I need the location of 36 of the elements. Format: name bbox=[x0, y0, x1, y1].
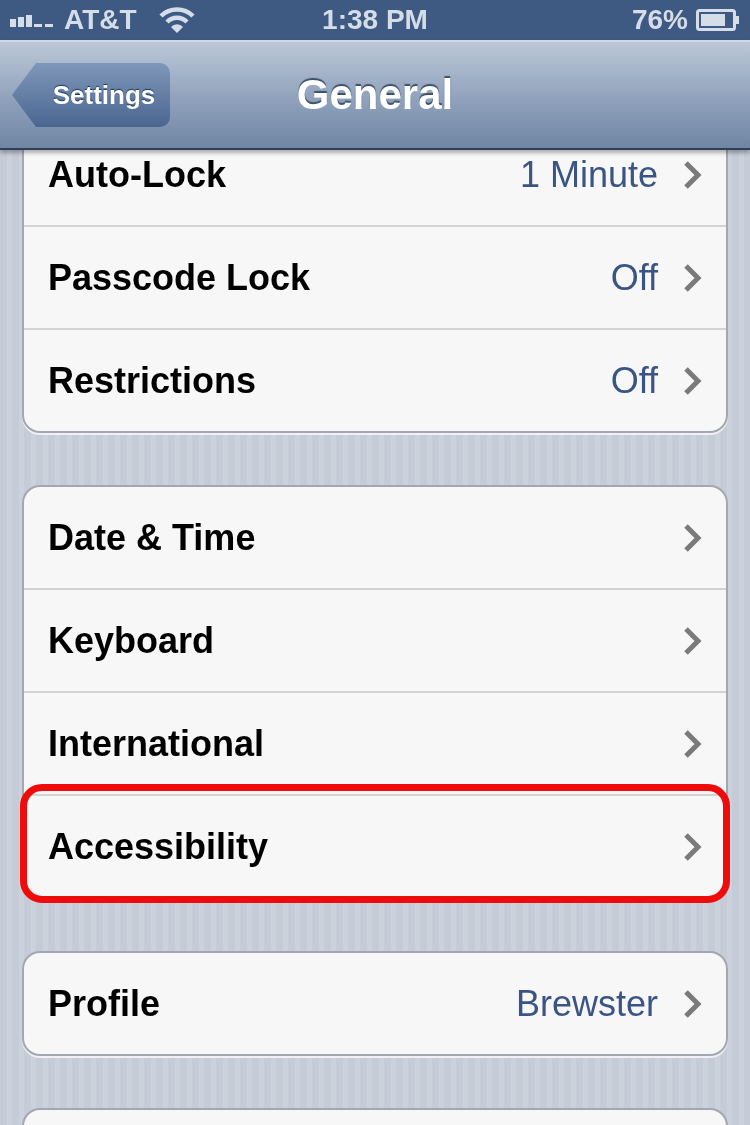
screen-title: General bbox=[296, 71, 454, 118]
chevron-icon bbox=[682, 159, 702, 190]
row-label: Restrictions bbox=[48, 359, 257, 402]
settings-row[interactable]: Accessibility bbox=[24, 794, 726, 897]
chevron-icon bbox=[682, 728, 702, 759]
wifi-icon bbox=[158, 7, 195, 33]
settings-row[interactable]: Date & Time bbox=[24, 487, 726, 588]
chevron-icon bbox=[682, 988, 702, 1019]
row-label: Auto-Lock bbox=[48, 153, 226, 196]
row-value: Brewster bbox=[515, 982, 658, 1025]
row-label: Passcode Lock bbox=[48, 256, 311, 299]
battery-icon bbox=[696, 9, 740, 31]
chevron-icon bbox=[682, 365, 702, 396]
settings-row[interactable]: International bbox=[24, 691, 726, 794]
settings-row[interactable]: Auto-Lock 1 Minute bbox=[24, 150, 726, 225]
chevron-icon bbox=[682, 262, 702, 293]
row-label: International bbox=[48, 722, 265, 765]
row-value: Off bbox=[610, 359, 658, 402]
signal-icon bbox=[10, 13, 56, 27]
settings-row[interactable]: Passcode Lock Off bbox=[24, 225, 726, 328]
battery-percentage: 76% bbox=[631, 4, 688, 36]
row-value: 1 Minute bbox=[519, 153, 658, 196]
row-label: Date & Time bbox=[48, 516, 256, 559]
settings-row[interactable]: Restrictions Off bbox=[24, 328, 726, 431]
clock-time: 1:38 PM bbox=[322, 4, 428, 35]
chevron-icon bbox=[682, 522, 702, 553]
row-label: Profile bbox=[48, 982, 161, 1025]
row-label: Accessibility bbox=[48, 825, 269, 868]
carrier-name: AT&T bbox=[64, 4, 137, 36]
back-button[interactable]: Settings bbox=[12, 63, 170, 127]
row-value: Off bbox=[610, 256, 658, 299]
chevron-icon bbox=[682, 625, 702, 656]
settings-row[interactable]: Keyboard bbox=[24, 588, 726, 691]
chevron-icon bbox=[682, 831, 702, 862]
settings-row[interactable]: Profile Brewster bbox=[24, 953, 726, 1054]
row-label: Keyboard bbox=[48, 619, 215, 662]
